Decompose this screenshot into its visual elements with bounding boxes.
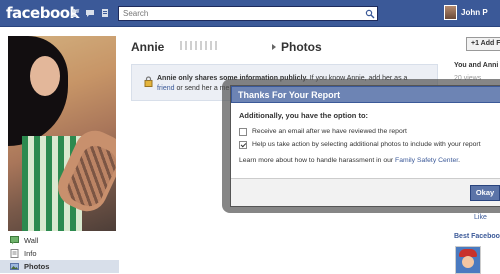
report-dialog: Thanks For Your Report Additionally, you… bbox=[230, 85, 500, 207]
profile-name-heading[interactable]: Annie bbox=[131, 40, 164, 54]
top-bar: facebook John P bbox=[0, 0, 500, 27]
nav-item-label: Wall bbox=[24, 236, 39, 245]
info-icon bbox=[10, 249, 19, 258]
learn-more-text: Learn more about how to handle harassmen… bbox=[239, 157, 496, 164]
nav-item-photos[interactable]: Photos bbox=[0, 260, 119, 273]
profile-picture-face bbox=[30, 56, 60, 96]
facebook-logo[interactable]: facebook bbox=[6, 4, 80, 22]
wall-icon bbox=[10, 236, 19, 245]
option-additional-photos[interactable]: Help us take action by selecting additio… bbox=[239, 138, 496, 151]
nav-item-label: Photos bbox=[24, 262, 50, 271]
search-input[interactable] bbox=[119, 7, 364, 20]
like-link[interactable]: Like bbox=[474, 214, 487, 221]
account-profile-link[interactable]: John P bbox=[444, 5, 488, 20]
okay-button[interactable]: Okay bbox=[470, 185, 500, 201]
sponsored-image-face bbox=[462, 256, 474, 268]
search-icon[interactable] bbox=[365, 9, 375, 19]
photos-icon bbox=[10, 262, 19, 271]
sponsored-image[interactable] bbox=[455, 246, 481, 274]
sponsored-title[interactable]: Best Faceboo bbox=[454, 233, 500, 240]
friend-requests-icon[interactable] bbox=[70, 8, 80, 18]
dialog-lead-text: Additionally, you have the option to: bbox=[239, 111, 369, 120]
avatar bbox=[444, 5, 457, 20]
mutual-section-title: You and Anni bbox=[454, 62, 499, 69]
additional-photos-checkbox[interactable] bbox=[239, 140, 247, 149]
option-label: Receive an email after we have reviewed … bbox=[252, 128, 407, 135]
breadcrumb-placeholder bbox=[180, 41, 220, 50]
family-safety-center-link[interactable]: Family Safety Center bbox=[395, 157, 458, 164]
nav-item-wall[interactable]: Wall bbox=[0, 234, 119, 247]
notifications-icon[interactable] bbox=[100, 8, 110, 18]
profile-nav: Wall Info Photos bbox=[0, 234, 119, 273]
section-title: Photos bbox=[281, 40, 322, 54]
option-label: Help us take action by selecting additio… bbox=[252, 141, 481, 148]
nav-item-info[interactable]: Info bbox=[0, 247, 119, 260]
add-friend-button[interactable]: +1 Add F bbox=[466, 37, 500, 51]
learn-more-end: . bbox=[458, 157, 461, 164]
email-checkbox[interactable] bbox=[239, 127, 247, 136]
search-box bbox=[118, 6, 378, 21]
left-column: Wall Info Photos bbox=[0, 28, 119, 274]
option-email[interactable]: Receive an email after we have reviewed … bbox=[239, 125, 496, 138]
learn-more-prefix: Learn more about how to handle harassmen… bbox=[239, 157, 396, 164]
nav-item-label: Info bbox=[24, 249, 37, 258]
dialog-body: Additionally, you have the option to: Re… bbox=[231, 103, 500, 164]
add-friend-link[interactable]: friend bbox=[157, 85, 175, 92]
dialog-title: Thanks For Your Report bbox=[231, 86, 500, 103]
messages-icon[interactable] bbox=[85, 8, 95, 18]
lock-icon bbox=[144, 76, 153, 87]
breadcrumb-arrow-icon bbox=[272, 44, 276, 50]
account-name: John P bbox=[461, 8, 488, 17]
dialog-footer: Okay bbox=[231, 178, 500, 206]
profile-picture[interactable] bbox=[8, 36, 116, 231]
